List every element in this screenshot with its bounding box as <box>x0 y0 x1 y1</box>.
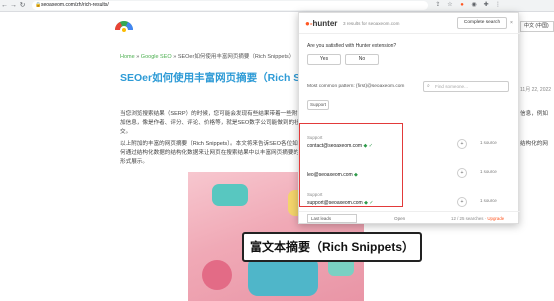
breadcrumb-current: SEOer如何使用丰富网页摘要（Rich Snippets） <box>177 54 295 60</box>
lock-icon: 🔒 <box>35 2 42 8</box>
post-date: 11月 22, 2022 <box>520 87 552 93</box>
upgrade-link[interactable]: Upgrade <box>487 216 504 221</box>
highlight-box <box>299 123 403 207</box>
hunter-logo: ●-hunter <box>305 19 337 28</box>
extension-icon[interactable]: ◉ <box>470 1 478 10</box>
share-icon[interactable]: ⇪ <box>434 1 442 10</box>
results-count: 3 results for seoaxeom.com <box>343 21 400 26</box>
add-lead-button[interactable]: + <box>457 197 467 207</box>
second-paragraph-right: 结构化的网 <box>520 141 548 147</box>
email-row-actions: + 1 source <box>457 167 511 179</box>
lead-list-select[interactable]: Last leads <box>307 214 357 223</box>
hunter-extension-icon[interactable]: ● <box>458 1 466 10</box>
yes-button[interactable]: Yes <box>307 54 341 65</box>
find-someone-input[interactable]: ⌕ Find someone... <box>423 81 509 92</box>
source-count[interactable]: 1 source <box>480 169 497 174</box>
breadcrumb: Home » Google SEO » SEOer如何使用丰富网页摘要（Rich… <box>120 52 294 60</box>
feedback-question: Are you satisfied with Hunter extension? <box>307 43 397 49</box>
source-count[interactable]: 1 source <box>480 140 497 145</box>
breadcrumb-sep: » <box>136 54 140 60</box>
breadcrumb-category[interactable]: Google SEO <box>141 54 172 60</box>
no-button[interactable]: No <box>345 54 379 65</box>
chat-bubble-icon <box>248 256 318 296</box>
popup-footer: Last leads Open 12 / 25 searches · Upgra… <box>299 211 520 225</box>
breadcrumb-home[interactable]: Home <box>120 54 135 60</box>
add-lead-button[interactable]: + <box>457 168 467 178</box>
url-text: seoaxeom.com/zh/rich-results/ <box>41 2 109 8</box>
email-pattern: Most common pattern: {first}@seoaxeom.co… <box>307 84 405 89</box>
source-count[interactable]: 1 source <box>480 198 497 203</box>
back-button[interactable]: ← <box>0 1 9 11</box>
page-title: SEOer如何使用丰富网页摘要（Rich S <box>120 72 301 84</box>
intro-paragraph-right: 信息，例如 <box>520 111 548 117</box>
address-bar[interactable]: 🔒 seoaxeom.com/zh/rich-results/ <box>32 1 428 10</box>
department-filter-tag[interactable]: Support <box>307 100 329 110</box>
email-row-actions: + 1 source <box>457 138 511 150</box>
extension-toolbar: ⇪ ☆ ● ◉ ✚ ⋮ <box>434 1 502 10</box>
hero-caption: 富文本摘要（Rich Snippets） <box>242 232 422 262</box>
hunter-logo-mark: ●- <box>305 19 313 28</box>
search-quota: 12 / 25 searches · Upgrade <box>451 216 505 221</box>
close-icon[interactable]: × <box>510 20 513 26</box>
intro-paragraph: 当您浏览搜索结果（SERP）的时候，您可能会发现有些结果带着一些附加信息，像是作… <box>120 111 300 135</box>
second-paragraph: 以上附加的丰富的网页摘要（Rich Snippets）。本文将来告诉SEO各位如… <box>120 141 300 165</box>
find-placeholder: Find someone... <box>435 84 468 89</box>
heart-icon <box>202 260 232 290</box>
language-select[interactable]: 中文 (中国) <box>520 21 554 32</box>
search-icon: ⌕ <box>427 83 430 89</box>
popup-header: ●-hunter 3 results for seoaxeom.com Comp… <box>299 13 520 34</box>
breadcrumb-sep: » <box>173 54 177 60</box>
puzzle-icon[interactable]: ✚ <box>482 1 490 10</box>
complete-search-button[interactable]: Complete search <box>457 17 507 29</box>
reload-button[interactable]: ↻ <box>18 1 27 11</box>
hunter-logo-text: hunter <box>312 19 338 28</box>
open-leads-link[interactable]: Open <box>394 216 405 221</box>
site-logo[interactable] <box>113 16 135 33</box>
email-row-actions: + 1 source <box>457 196 511 208</box>
search-quota-text: 12 / 25 searches <box>451 216 484 221</box>
add-lead-button[interactable]: + <box>457 139 467 149</box>
forward-button[interactable]: → <box>9 1 18 11</box>
menu-icon[interactable]: ⋮ <box>494 1 502 10</box>
chat-bubble-icon <box>212 184 248 206</box>
star-icon[interactable]: ☆ <box>446 1 454 10</box>
